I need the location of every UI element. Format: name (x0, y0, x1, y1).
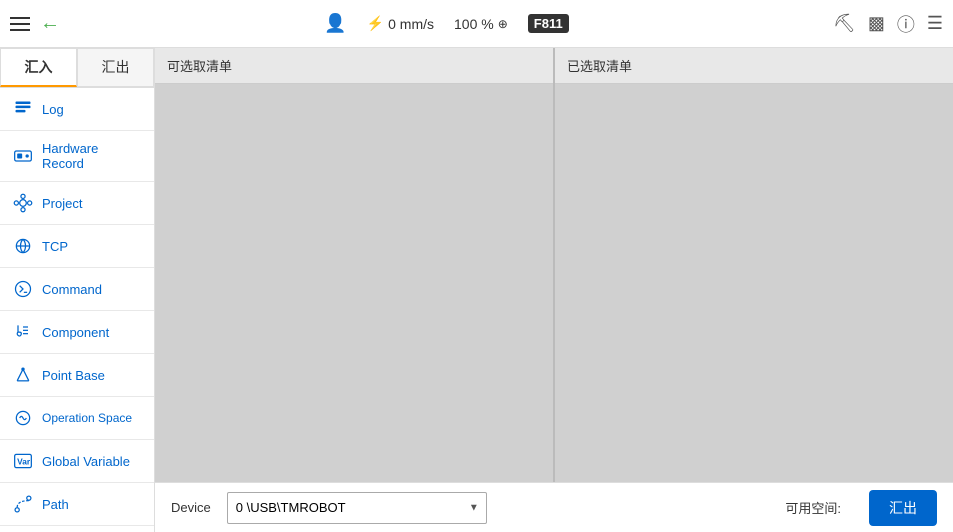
back-icon[interactable]: ← (40, 12, 60, 35)
sidebar-item-label-operation: Operation Space (42, 411, 132, 425)
topbar: ← 👤 ⚡ 0 mm/s 100 % ⊕ F811 ⛏ ▩ ⓘ ☰ (0, 0, 953, 48)
percent-display: 100 % ⊕ (454, 16, 508, 32)
selected-list-header: 已选取清单 (555, 48, 953, 84)
operation-icon (12, 407, 34, 429)
component-icon (12, 321, 34, 343)
available-list-body (155, 84, 553, 482)
svg-text:Var: Var (17, 456, 31, 466)
sidebar-item-label-command: Command (42, 282, 102, 297)
menu-icon[interactable]: ☰ (927, 13, 943, 34)
sidebar-items: Log Hardware Record Project (0, 88, 154, 532)
percent-icon: ⊕ (498, 17, 508, 31)
monitor-icon[interactable]: ▩ (868, 13, 885, 34)
f811-badge: F811 (528, 14, 569, 33)
sidebar-item-label-component: Component (42, 325, 109, 340)
sidebar-item-hardware-record[interactable]: Hardware Record (0, 131, 154, 182)
main-container: 汇入 汇出 Log Hardware Record (0, 48, 953, 532)
export-button[interactable]: 汇出 (869, 490, 937, 526)
sidebar-item-operation-space[interactable]: Operation Space (0, 397, 154, 440)
sidebar-item-label-path: Path (42, 497, 69, 512)
sidebar-item-global-variable[interactable]: Var Global Variable (0, 440, 154, 483)
sidebar-item-label-tcp: TCP (42, 239, 68, 254)
info-icon[interactable]: ⓘ (897, 11, 915, 37)
selected-list-panel: 已选取清单 (553, 48, 953, 482)
sidebar-item-log[interactable]: Log (0, 88, 154, 131)
topbar-left: ← (10, 12, 60, 35)
tcp-icon (12, 235, 34, 257)
sidebar-item-label-project: Project (42, 196, 82, 211)
sidebar-item-label-hardware: Hardware Record (42, 141, 142, 171)
user-status: 👤 (324, 13, 346, 34)
sidebar-item-point-base[interactable]: Point Base (0, 354, 154, 397)
available-list-panel: 可选取清单 (155, 48, 553, 482)
pointbase-icon (12, 364, 34, 386)
sidebar-item-project[interactable]: Project (0, 182, 154, 225)
sidebar-item-component[interactable]: Component (0, 311, 154, 354)
sidebar-item-label-log: Log (42, 102, 64, 117)
sidebar-item-label-pointbase: Point Base (42, 368, 105, 383)
tab-export[interactable]: 汇出 (77, 48, 154, 87)
variable-icon: Var (12, 450, 34, 472)
bottom-bar: Device 0 \USB\TMROBOT ▼ 可用空间: 汇出 (155, 482, 953, 532)
topbar-center: 👤 ⚡ 0 mm/s 100 % ⊕ F811 (68, 13, 825, 34)
available-list-header: 可选取清单 (155, 48, 553, 84)
path-icon (12, 493, 34, 515)
robot-icon[interactable]: ⛏ (833, 13, 856, 34)
tab-import[interactable]: 汇入 (0, 48, 77, 87)
speed-value: 0 mm/s (388, 16, 434, 32)
sidebar-item-tcp[interactable]: TCP (0, 225, 154, 268)
speed-display: ⚡ 0 mm/s (367, 15, 434, 32)
command-icon (12, 278, 34, 300)
speed-icon: ⚡ (367, 15, 384, 32)
hamburger-icon[interactable] (10, 17, 30, 31)
device-label: Device (171, 500, 211, 515)
list-panels: 可选取清单 已选取清单 (155, 48, 953, 482)
sidebar-item-command[interactable]: Command (0, 268, 154, 311)
percent-value: 100 % (454, 16, 494, 32)
sidebar-item-label-variable: Global Variable (42, 454, 130, 469)
sidebar: 汇入 汇出 Log Hardware Record (0, 48, 155, 532)
selected-list-body (555, 84, 953, 482)
topbar-right: ⛏ ▩ ⓘ ☰ (833, 11, 943, 37)
device-select[interactable]: 0 \USB\TMROBOT (227, 492, 487, 524)
sidebar-item-path[interactable]: Path (0, 483, 154, 526)
log-icon (12, 98, 34, 120)
device-select-wrapper[interactable]: 0 \USB\TMROBOT ▼ (227, 492, 487, 524)
user-icon: 👤 (324, 13, 346, 34)
project-icon (12, 192, 34, 214)
sidebar-tabs: 汇入 汇出 (0, 48, 154, 88)
hardware-icon (12, 145, 34, 167)
space-label: 可用空间: (785, 498, 841, 517)
content-area: 可选取清单 已选取清单 Device 0 \USB\TMROBOT ▼ 可用空间… (155, 48, 953, 532)
